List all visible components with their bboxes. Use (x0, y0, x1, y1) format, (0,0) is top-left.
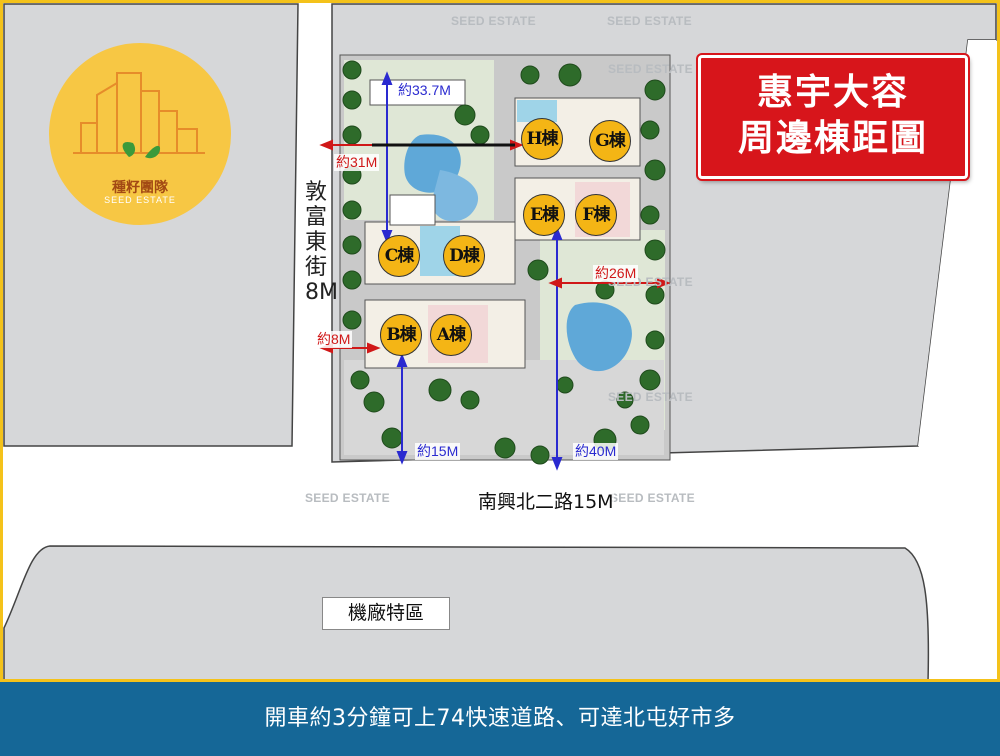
south-road-label: 南興北二路15M (478, 487, 614, 514)
building-f-marker: F棟 (575, 194, 617, 236)
building-e-marker: E棟 (523, 194, 565, 236)
west-street-label: 敦富東街8M (305, 180, 338, 305)
building-h-marker: H棟 (521, 118, 563, 160)
footer-banner: 開車約3分鐘可上74快速道路、可達北屯好市多 (0, 682, 1000, 756)
distance-right-mid-label: 約26M (593, 265, 639, 282)
map-canvas: SEED ESTATE SEED ESTATE SEED ESTATE SEED… (0, 0, 1000, 756)
distance-bottom-right-label: 約40M (573, 443, 619, 460)
logo-name-zh: 種籽團隊 (112, 180, 168, 196)
building-d-marker: D棟 (443, 235, 485, 277)
title-banner: 惠宇大容 周邊棟距圖 (698, 55, 968, 179)
building-c-marker: C棟 (378, 235, 420, 277)
title-line-1: 惠宇大容 (756, 72, 909, 113)
watermark: SEED ESTATE (607, 14, 692, 28)
building-b-marker: B棟 (380, 314, 422, 356)
south-block (3, 545, 930, 682)
building-a-marker: A棟 (430, 314, 472, 356)
title-line-2: 周邊棟距圖 (737, 118, 928, 159)
watermark: SEED ESTATE (610, 491, 695, 505)
zone-label: 機廠特區 (322, 597, 450, 630)
seed-estate-logo: 種籽團隊 SEED ESTATE (49, 43, 231, 225)
building-g-marker: G棟 (589, 120, 631, 162)
distance-left-lower-label: 約8M (315, 331, 353, 348)
watermark: SEED ESTATE (305, 491, 390, 505)
logo-name-en: SEED ESTATE (104, 195, 176, 205)
watermark: SEED ESTATE (451, 14, 536, 28)
distance-top-label: 約33.7M (396, 82, 453, 99)
watermark: SEED ESTATE (608, 390, 693, 404)
distance-left-upper-label: 約31M (334, 154, 380, 171)
watermark: SEED ESTATE (608, 62, 693, 76)
distance-bottom-left-label: 約15M (415, 443, 461, 460)
